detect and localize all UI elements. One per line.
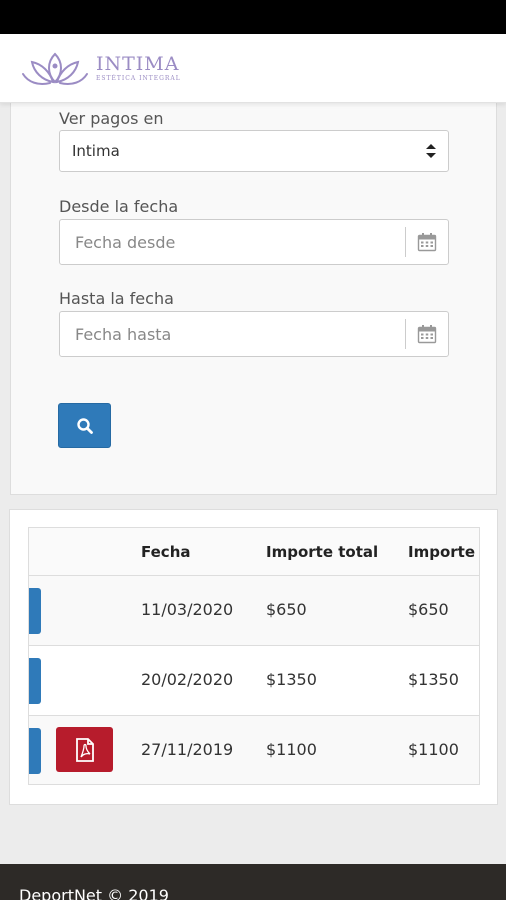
row-detail-button[interactable]: [29, 658, 41, 704]
search-icon: [76, 417, 93, 434]
lotus-logo-icon: [22, 52, 88, 85]
to-date-input[interactable]: Fecha hasta: [60, 312, 405, 356]
to-date-label: Hasta la fecha: [59, 289, 174, 308]
from-date-input[interactable]: Fecha desde: [60, 220, 405, 264]
column-header-fecha[interactable]: Fecha: [141, 543, 191, 561]
table-row: 20/02/2020 $1350 $1350: [29, 646, 479, 716]
payments-table: Fecha Importe total Importe 11/03/2020 $…: [28, 527, 480, 785]
cell-importe-total: $1100: [266, 740, 317, 759]
filter-panel: Ver pagos en Intima Desde la fecha Fecha…: [10, 103, 497, 495]
location-select[interactable]: Intima: [59, 130, 449, 172]
table-row: 27/11/2019 $1100 $1100: [29, 716, 479, 784]
brand-name: INTIMA: [96, 53, 180, 75]
cell-importe: $1100: [408, 740, 459, 759]
cell-importe: $650: [408, 600, 449, 619]
footer-copyright: DeportNet © 2019: [19, 886, 169, 900]
location-label: Ver pagos en: [59, 109, 164, 128]
brand-logo[interactable]: INTIMA ESTÉTICA INTEGRAL: [20, 48, 181, 90]
from-date-calendar-button[interactable]: [405, 227, 448, 257]
footer: DeportNet © 2019: [0, 864, 506, 900]
cell-fecha: 27/11/2019: [141, 740, 234, 759]
pdf-download-button[interactable]: [56, 727, 113, 772]
to-date-field[interactable]: Fecha hasta: [59, 311, 449, 357]
table-header: Fecha Importe total Importe: [29, 528, 479, 576]
cell-fecha: 20/02/2020: [141, 670, 234, 689]
cell-fecha: 11/03/2020: [141, 600, 234, 619]
location-select-value: Intima: [72, 142, 120, 160]
cell-importe-total: $650: [266, 600, 307, 619]
calendar-icon: [417, 325, 437, 344]
column-header-importe-total[interactable]: Importe total: [266, 543, 378, 561]
calendar-icon: [417, 233, 437, 252]
from-date-label: Desde la fecha: [59, 197, 179, 216]
results-panel: Fecha Importe total Importe 11/03/2020 $…: [9, 509, 498, 805]
pdf-icon: [75, 737, 94, 762]
navbar: INTIMA ESTÉTICA INTEGRAL: [0, 34, 506, 103]
from-date-field[interactable]: Fecha desde: [59, 219, 449, 265]
to-date-calendar-button[interactable]: [405, 319, 448, 349]
row-detail-button[interactable]: [29, 588, 41, 634]
status-bar: [0, 0, 506, 34]
select-arrows-icon: [426, 144, 436, 158]
column-header-importe[interactable]: Importe: [408, 543, 475, 561]
row-detail-button[interactable]: [29, 728, 41, 774]
cell-importe: $1350: [408, 670, 459, 689]
cell-importe-total: $1350: [266, 670, 317, 689]
search-button[interactable]: [58, 403, 111, 448]
table-row: 11/03/2020 $650 $650: [29, 576, 479, 646]
brand-tagline: ESTÉTICA INTEGRAL: [96, 75, 181, 82]
